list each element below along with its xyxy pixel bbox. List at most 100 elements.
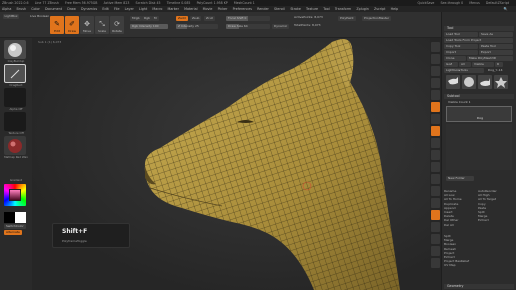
menu-brush[interactable]: Brush — [17, 7, 27, 11]
menu-stencil[interactable]: Stencil — [274, 7, 285, 11]
all-to-target-item[interactable]: All To Target — [478, 197, 497, 201]
all-button[interactable]: All — [459, 62, 471, 67]
menu-light[interactable]: Light — [139, 7, 147, 11]
transp-button[interactable] — [431, 222, 440, 232]
load-tools-from-project-button[interactable]: Load Tools From Project — [444, 38, 513, 43]
goz-button[interactable]: GoZ — [444, 62, 458, 67]
menu-zplugin[interactable]: Zplugin — [356, 7, 368, 11]
clone-button[interactable]: Clone — [444, 56, 466, 61]
menu-zscript[interactable]: Zscript — [374, 7, 385, 11]
projectionmaster-button[interactable]: ProjectionMaster — [362, 16, 392, 21]
scale-button[interactable]: ⤡ Scale — [95, 16, 109, 34]
uv-map-subpalette[interactable]: UV Map — [444, 263, 469, 267]
menu-texture[interactable]: Texture — [306, 7, 318, 11]
color-picker[interactable] — [4, 184, 26, 206]
menu-dynamics[interactable]: Dynamics — [81, 7, 97, 11]
extract-item[interactable]: Extract — [478, 218, 497, 222]
visible-button[interactable]: Visible — [472, 62, 494, 67]
export-button[interactable]: Export — [479, 50, 513, 55]
rgb-button[interactable]: Rgb — [142, 16, 152, 21]
import-button[interactable]: Import — [444, 50, 478, 55]
tool-thumb-dog[interactable] — [446, 75, 460, 89]
canvas-viewport[interactable] — [32, 38, 430, 290]
move-view-button[interactable] — [431, 162, 440, 172]
make-polymesh3d-button[interactable]: Make PolyMesh3D — [467, 56, 513, 61]
quicksave-button[interactable]: QuickSave — [418, 1, 435, 5]
scroll-button[interactable] — [431, 66, 440, 76]
dog-head-model[interactable] — [32, 38, 430, 290]
live-boolean-button[interactable]: Live Boolean — [30, 14, 49, 19]
linefill-button[interactable] — [431, 198, 440, 208]
lightbox-button[interactable]: LightBox — [3, 14, 19, 19]
brush-standard-thumb[interactable] — [4, 40, 26, 59]
subtool-item[interactable]: Dog — [446, 106, 512, 122]
draw-size-slider[interactable]: Draw Size 64 — [226, 24, 270, 29]
menu-color[interactable]: Color — [31, 7, 40, 11]
copy-tool-button[interactable]: Copy Tool — [444, 44, 478, 49]
menu-edit[interactable]: Edit — [102, 7, 108, 11]
alternate-button[interactable]: Alternate — [4, 230, 22, 235]
main-color-swatch[interactable] — [4, 212, 15, 223]
secondary-color-swatch[interactable] — [15, 212, 26, 223]
color-swatches[interactable] — [4, 212, 26, 223]
rgb-intensity-slider[interactable]: Rgb Intensity 100 — [130, 24, 168, 29]
actual-button[interactable] — [431, 90, 440, 100]
frame-button[interactable] — [431, 150, 440, 160]
rotate-button[interactable]: ⟳ Rotate — [110, 16, 124, 34]
material-thumb[interactable] — [4, 136, 26, 155]
rotate-view-button[interactable] — [431, 186, 440, 196]
zoom3d-button[interactable] — [431, 174, 440, 184]
r-button[interactable]: R — [495, 62, 503, 67]
floor-button[interactable] — [431, 114, 440, 124]
zcut-button[interactable]: Zcut — [204, 16, 215, 21]
lightbox-tools-button[interactable]: Lightbox▸Tools — [444, 68, 484, 73]
tool-thumb-sphere[interactable] — [462, 75, 476, 89]
menu-alpha[interactable]: Alpha — [2, 7, 11, 11]
polyf-button[interactable] — [431, 210, 440, 220]
geometry-header[interactable]: Geometry — [444, 284, 514, 289]
menu-stroke[interactable]: Stroke — [290, 7, 301, 11]
menu-tool[interactable]: Tool — [323, 7, 329, 11]
mrgb-button[interactable]: Mrgb — [130, 16, 142, 21]
menu-help[interactable]: Help — [391, 7, 399, 11]
dynamic-button[interactable]: Dynamic — [272, 24, 290, 29]
tool-thumb-dog2[interactable] — [478, 75, 492, 89]
spix-button[interactable] — [431, 54, 440, 64]
subtool-header[interactable]: Subtool — [444, 94, 514, 99]
menu-movie[interactable]: Movie — [203, 7, 213, 11]
m-button[interactable]: M — [152, 16, 159, 21]
ghost-button[interactable] — [431, 234, 440, 244]
color-picker-field[interactable] — [9, 189, 21, 201]
move-button[interactable]: ✥ Move — [80, 16, 94, 34]
zadd-button[interactable]: Zadd — [176, 16, 188, 21]
menu-document[interactable]: Document — [45, 7, 62, 11]
zsub-button[interactable]: Zsub — [190, 16, 202, 21]
paste-tool-button[interactable]: Paste Tool — [479, 44, 513, 49]
menu-draw[interactable]: Draw — [67, 7, 76, 11]
del-all-item[interactable]: Del All — [444, 223, 462, 227]
see-through-slider[interactable]: See-through 0 — [441, 1, 464, 5]
menu-render[interactable]: Render — [257, 7, 269, 11]
menu-material[interactable]: Material — [184, 7, 197, 11]
tool-thumb-polymesh[interactable] — [494, 75, 508, 89]
z-intensity-slider[interactable]: Z Intensity 25 — [176, 24, 218, 29]
local-button[interactable] — [431, 126, 440, 136]
edit-button[interactable]: ✎ Edit — [50, 16, 64, 34]
alpha-thumb[interactable] — [4, 88, 26, 107]
menu-macro[interactable]: Macro — [152, 7, 162, 11]
new-folder-button[interactable]: New Folder — [446, 176, 474, 181]
persp-button[interactable] — [431, 102, 440, 112]
menu-picker[interactable]: Picker — [218, 7, 228, 11]
menu-marker[interactable]: Marker — [168, 7, 179, 11]
menu-file[interactable]: File — [114, 7, 120, 11]
polypaint-button[interactable]: PolyPaint — [338, 16, 356, 21]
xpose-button[interactable] — [431, 258, 440, 268]
menu-layer[interactable]: Layer — [125, 7, 134, 11]
menu-preferences[interactable]: Preferences — [233, 7, 252, 11]
solo-button[interactable] — [431, 246, 440, 256]
bpr-button[interactable] — [431, 42, 440, 52]
zoom-button[interactable] — [431, 78, 440, 88]
default-zscript-button[interactable]: DefaultZScript — [486, 1, 509, 5]
focal-shift-slider[interactable]: Focal Shift 0 — [226, 16, 270, 21]
load-tool-button[interactable]: Load Tool — [444, 32, 478, 37]
